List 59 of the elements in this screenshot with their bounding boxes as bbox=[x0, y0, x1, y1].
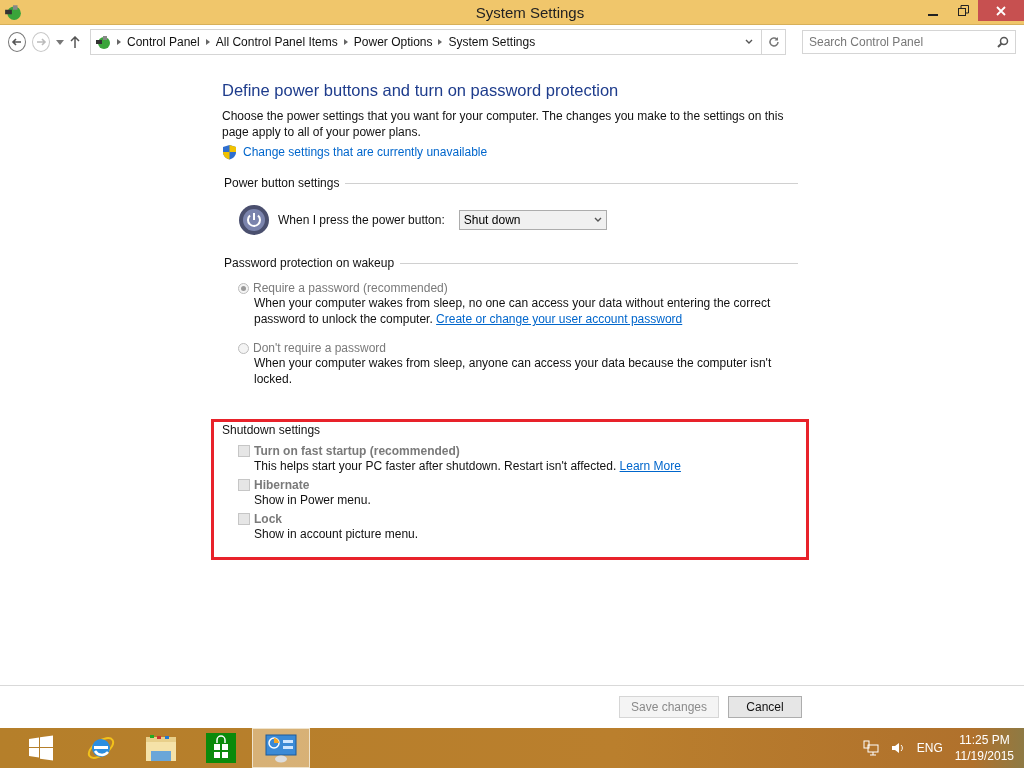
option-label: Turn on fast startup (recommended) bbox=[254, 444, 460, 458]
forward-arrow-icon bbox=[35, 36, 47, 48]
chevron-icon bbox=[343, 39, 348, 45]
minimize-icon bbox=[928, 13, 938, 16]
address-bar[interactable]: Control Panel All Control Panel Items Power Options System Settings bbox=[90, 29, 786, 55]
taskbar-app-button[interactable] bbox=[252, 728, 310, 768]
caret-icon bbox=[56, 39, 64, 45]
clock-date: 11/19/2015 bbox=[954, 748, 1014, 764]
admin-settings-link[interactable]: Change settings that are currently unavailable bbox=[243, 145, 488, 159]
chevron-down-icon bbox=[745, 39, 753, 45]
control-panel-icon bbox=[264, 733, 298, 763]
breadcrumb[interactable]: System Settings bbox=[448, 35, 536, 49]
breadcrumb[interactable]: All Control Panel Items bbox=[215, 35, 338, 49]
option-description: Show in account picture menu. bbox=[254, 526, 420, 542]
up-arrow-icon bbox=[70, 36, 80, 48]
clock-time: 11:25 PM bbox=[959, 732, 1010, 748]
chevron-icon bbox=[205, 39, 210, 45]
forward-button[interactable] bbox=[32, 32, 50, 52]
power-button-dropdown[interactable]: Shut down bbox=[458, 210, 607, 230]
section-title: Power button settings bbox=[224, 176, 340, 190]
cancel-button[interactable]: Cancel bbox=[728, 696, 802, 718]
intro-text: Choose the power settings that you want for your computer. The changes you make to the settings on this page apply to all of your power plans. bbox=[222, 108, 785, 140]
section-title: Password protection on wakeup bbox=[224, 256, 395, 270]
restore-icon bbox=[957, 5, 969, 16]
option-description: Show in Power menu. bbox=[254, 492, 372, 508]
search-field[interactable]: Search Control Panel bbox=[802, 30, 1016, 54]
shield-icon bbox=[222, 144, 237, 160]
page-heading: Define power buttons and turn on password protection bbox=[222, 81, 620, 100]
back-arrow-icon bbox=[11, 36, 23, 48]
windows-logo-icon bbox=[27, 734, 55, 762]
up-button[interactable] bbox=[70, 36, 80, 48]
close-button[interactable] bbox=[978, 0, 1024, 21]
option-label: Require a password (recommended) bbox=[253, 281, 448, 295]
network-icon bbox=[862, 740, 879, 756]
option-description: This helps start your PC faster after shutdown. Restart isn't affected. Learn More bbox=[254, 458, 682, 474]
shopping-bag-icon bbox=[206, 733, 236, 763]
back-button[interactable] bbox=[8, 32, 26, 52]
option-description: When your computer wakes from sleep, anyone can access your data because the computer isn't locked. bbox=[254, 355, 773, 387]
chevron-down-icon bbox=[593, 217, 602, 223]
refresh-icon bbox=[767, 36, 780, 48]
close-icon bbox=[996, 5, 1006, 16]
option-label: Hibernate bbox=[254, 478, 310, 492]
window-title: System Settings bbox=[474, 3, 586, 21]
field-label: When I press the power button: bbox=[278, 213, 445, 227]
search-icon bbox=[997, 36, 1009, 48]
breadcrumb[interactable]: Power Options bbox=[353, 35, 433, 49]
option-description: When your computer wakes from sleep, no one can access your data without entering the correct password to unlock the computer. Create or change your user account password bbox=[254, 295, 772, 327]
option-label: Don't require a password bbox=[253, 341, 387, 355]
section-title: Shutdown settings bbox=[222, 423, 322, 437]
folder-icon bbox=[145, 733, 177, 763]
power-icon bbox=[238, 204, 270, 236]
clock[interactable]: 11:25 PM 11/19/2015 bbox=[954, 732, 1014, 764]
language-indicator[interactable]: ENG bbox=[916, 741, 943, 755]
recent-locations-button[interactable] bbox=[56, 39, 64, 45]
option-label: Lock bbox=[254, 512, 282, 526]
speaker-icon bbox=[890, 741, 905, 755]
breadcrumb[interactable]: Control Panel bbox=[127, 35, 200, 49]
chevron-icon bbox=[438, 39, 443, 45]
chevron-icon bbox=[117, 39, 121, 45]
